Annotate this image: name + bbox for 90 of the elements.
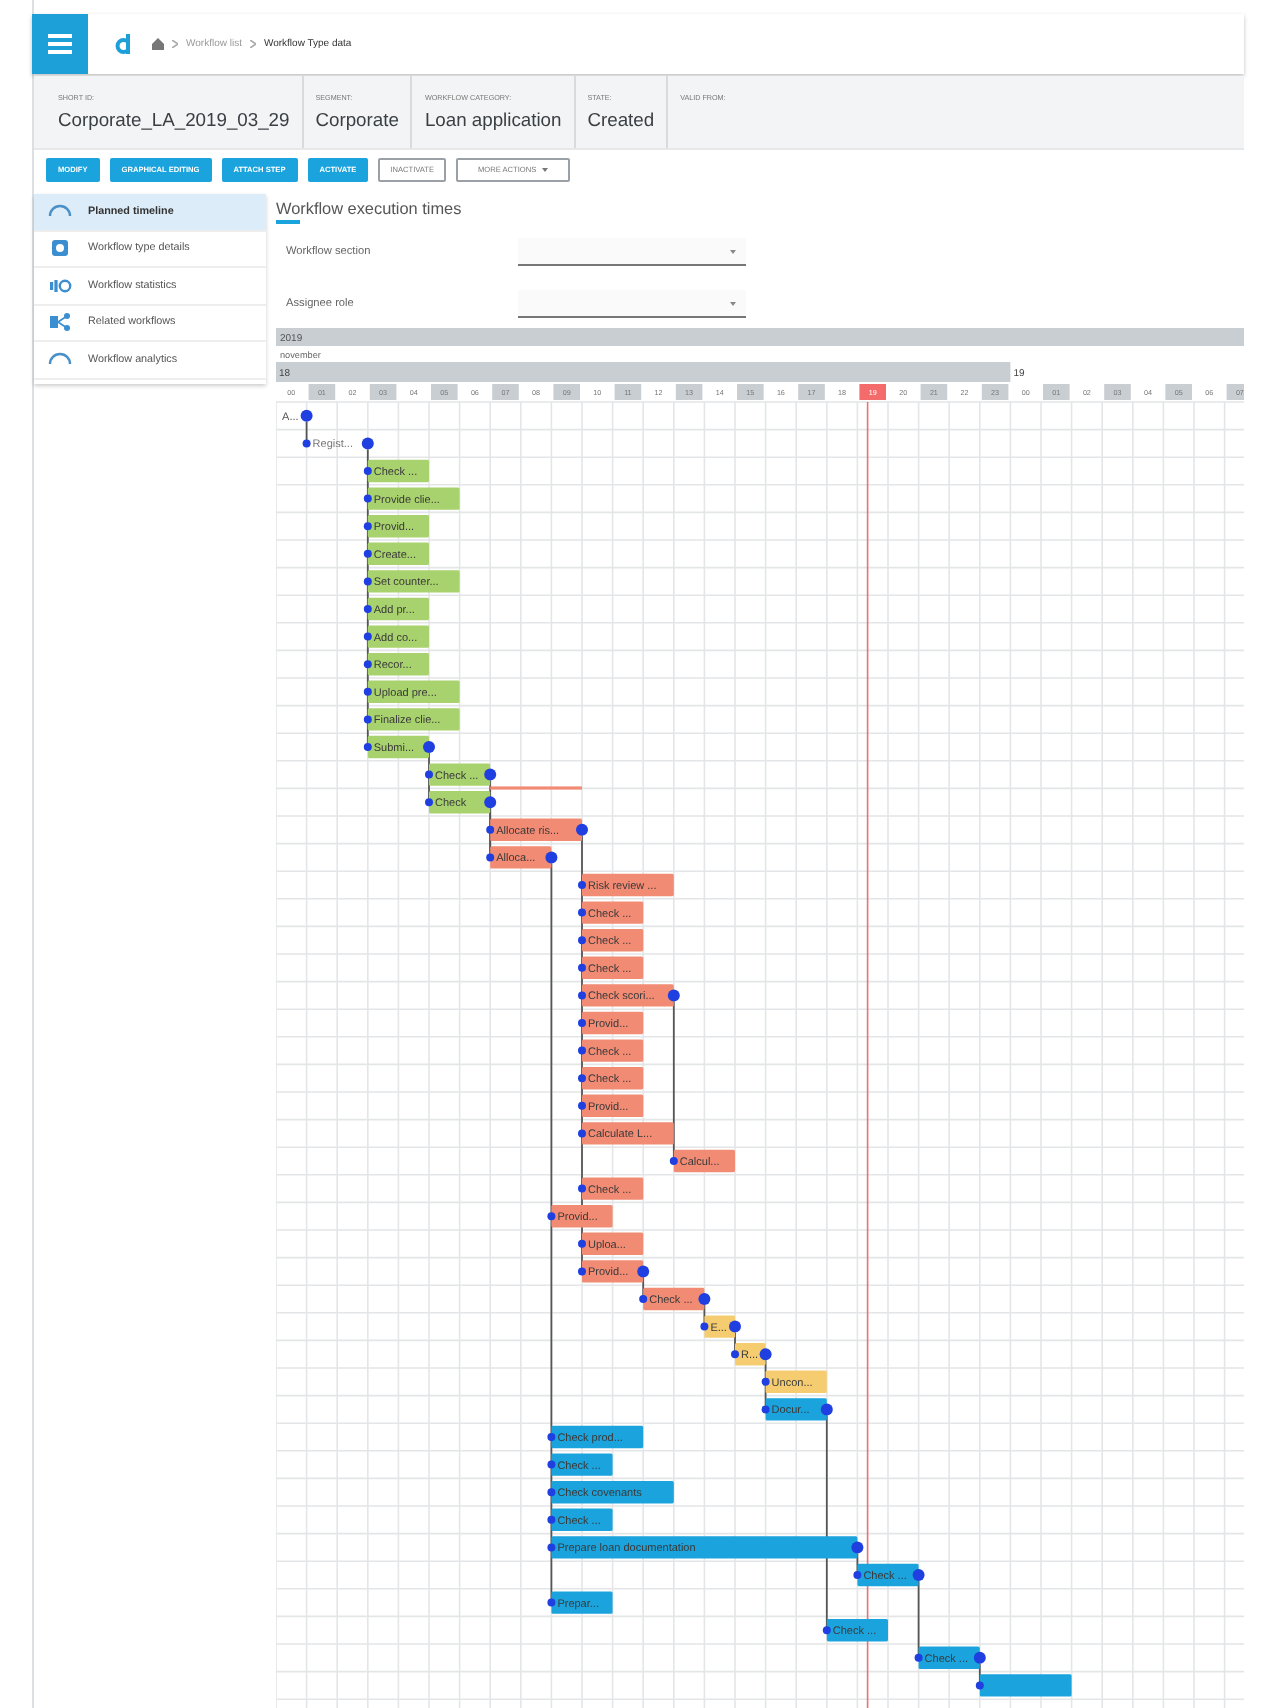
chart-icon [48,275,72,296]
link-dot[interactable] [361,437,374,450]
caret-icon [730,301,736,305]
link-dot[interactable] [578,936,586,945]
link-dot[interactable] [578,1184,586,1193]
link-dot[interactable] [639,1295,648,1303]
link-line [917,1580,920,1659]
document-icon [48,238,72,259]
gauge-icon [48,201,72,222]
link-dot[interactable] [486,825,495,834]
link-dot[interactable] [851,1541,864,1554]
select-field[interactable] [518,238,746,266]
link-dot[interactable] [547,1598,556,1607]
link-line [642,1276,645,1300]
link-dot[interactable] [363,660,372,669]
link-dot[interactable] [425,798,433,807]
link-dot[interactable] [578,908,586,917]
home-icon[interactable] [152,38,164,50]
panel-title: Workflow execution times [276,200,464,218]
link-line [428,752,430,804]
link-dot[interactable] [363,522,372,531]
link-dot[interactable] [578,1239,586,1248]
chevron-icon [172,40,178,48]
field-value: Created [587,108,655,130]
link-dot[interactable] [545,851,558,864]
link-dot[interactable] [363,467,372,475]
link-dot[interactable] [975,1681,984,1690]
link-dot[interactable] [363,549,372,558]
link-dot[interactable] [547,1460,556,1469]
link-line [734,1331,736,1356]
link-dot[interactable] [578,1101,586,1110]
select-field[interactable] [518,290,746,318]
link-dot[interactable] [423,741,435,753]
link-dot[interactable] [363,632,372,641]
link-dot[interactable] [484,768,497,781]
link-line [764,1359,767,1411]
link-dot[interactable] [547,1433,556,1441]
caret-icon [730,249,736,253]
link-line [978,1662,981,1687]
chevron-icon [249,40,256,48]
link-dot[interactable] [547,1515,556,1524]
link-dot[interactable] [486,853,495,862]
link-dot[interactable] [578,1019,586,1027]
link-dot[interactable] [637,1265,650,1278]
link-dot[interactable] [853,1571,862,1579]
link-dot[interactable] [669,1157,678,1165]
link-dot[interactable] [912,1569,925,1581]
link-dot[interactable] [914,1653,923,1662]
menu-button[interactable] [32,14,88,74]
link-dot[interactable] [822,1626,831,1635]
link-dot[interactable] [667,989,680,1002]
link-dot[interactable] [576,823,588,836]
link-dot[interactable] [820,1403,833,1416]
link-dot[interactable] [484,796,497,809]
gauge-icon [48,349,72,370]
link-dot[interactable] [363,577,372,586]
link-dot[interactable] [700,1322,709,1331]
link-dot[interactable] [731,1350,739,1359]
link-dot[interactable] [363,494,372,503]
link-dot[interactable] [363,743,372,751]
link-dot[interactable] [547,1488,556,1497]
link-dot[interactable] [547,1212,556,1221]
link-dot[interactable] [698,1293,711,1305]
link-dot[interactable] [578,991,586,1000]
link-dot[interactable] [363,605,372,613]
link-dot[interactable] [578,1046,586,1055]
link-dot[interactable] [761,1405,770,1414]
field-value: Loan application [424,108,562,130]
field-value: Corporate_LA_2019_03_29 [58,108,290,130]
link-dot[interactable] [578,1267,586,1276]
caret-icon [542,168,549,172]
link-dot[interactable] [973,1651,986,1664]
link-dot[interactable] [729,1320,741,1333]
logo-icon[interactable] [112,32,132,56]
link-dot[interactable] [302,439,311,448]
field-value: Corporate [315,108,399,130]
link-dot[interactable] [363,687,372,696]
link-dot[interactable] [761,1377,770,1386]
link-dot[interactable] [300,409,313,422]
link-dot[interactable] [425,770,433,779]
link-dot[interactable] [759,1348,772,1361]
link-line [305,420,308,445]
share-icon [48,312,72,333]
link-dot[interactable] [578,963,586,972]
link-dot[interactable] [578,1129,586,1138]
menu-icon [48,34,72,54]
link-dot[interactable] [547,1543,556,1552]
link-dot[interactable] [578,1074,586,1083]
link-dot[interactable] [578,881,586,889]
link-dot[interactable] [363,715,372,724]
